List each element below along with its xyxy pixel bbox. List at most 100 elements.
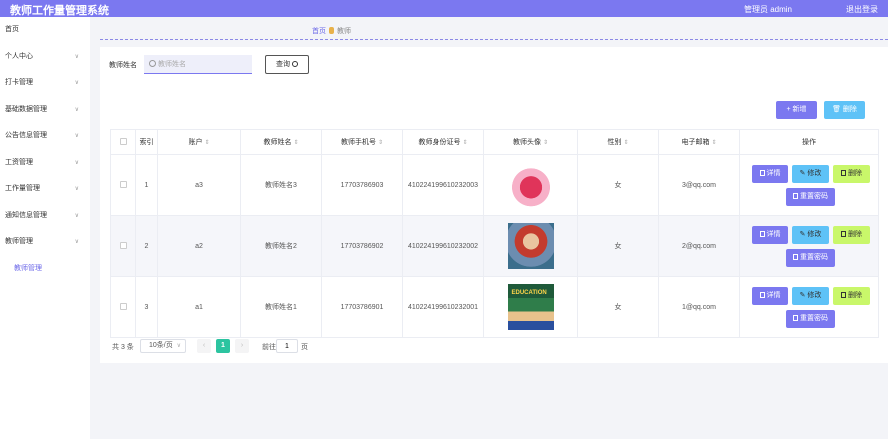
batch-delete-button[interactable]: 🗑 删除	[824, 101, 865, 119]
header-label: 电子邮箱	[681, 139, 710, 146]
row-checkbox[interactable]	[119, 180, 127, 188]
sort-icon[interactable]: ⇕	[462, 140, 467, 146]
reset-password-button[interactable]: 重置密码	[786, 310, 835, 328]
reset-password-label: 重置密码	[800, 315, 828, 322]
file-icon	[759, 170, 765, 176]
row-checkbox[interactable]	[119, 241, 127, 249]
sidebar-item-attendance[interactable]: 打卡管理 ∨	[0, 70, 90, 97]
edit-button[interactable]: ✎ 修改	[792, 226, 829, 244]
detail-button[interactable]: 详情	[752, 165, 788, 183]
column-header-gender[interactable]: 性别 ⇕	[577, 129, 659, 155]
current-user: 管理员 admin	[743, 5, 792, 14]
cell-avatar: EDUCATION	[483, 276, 578, 338]
cell-account: a1	[157, 276, 241, 338]
sidebar-item-label: 通知信息管理	[5, 211, 47, 219]
search-button[interactable]: 查询	[265, 55, 309, 74]
edit-button[interactable]: ✎ 修改	[792, 287, 829, 305]
breadcrumb-current: 教师	[337, 28, 351, 35]
chevron-down-icon: ∨	[74, 106, 79, 113]
edit-button[interactable]: ✎ 修改	[792, 165, 829, 183]
row-select-cell	[110, 276, 136, 338]
column-header-account[interactable]: 账户 ⇕	[157, 129, 241, 155]
sidebar-item-home[interactable]: 首页	[0, 17, 90, 44]
table-header-row: 索引 账户 ⇕ 教师姓名 ⇕ 教师手机号 ⇕ 教师身份证号 ⇕ 教师头像 ⇕ 性别 ⇕ 电子…	[110, 129, 879, 155]
cell-index: 2	[135, 215, 158, 277]
column-header-email[interactable]: 电子邮箱 ⇕	[658, 129, 740, 155]
search-icon	[149, 60, 156, 67]
header-label: 性别	[607, 139, 622, 146]
sort-icon[interactable]: ⇕	[543, 140, 548, 146]
teacher-avatar[interactable]: EDUCATION	[507, 284, 554, 330]
column-header-phone[interactable]: 教师手机号 ⇕	[321, 129, 403, 155]
sidebar-item-teachers[interactable]: 教师管理 ∨	[0, 229, 90, 256]
delete-label: 删除	[848, 231, 862, 238]
cell-ops: 详情 ✎ 修改 删除 重置密码	[739, 276, 879, 338]
teacher-avatar[interactable]	[507, 162, 554, 208]
main-content: 首页 教师 教师姓名 查询 + 新增 🗑 删除 索引 账户⇕ 教师姓名⇕ 教师手机…	[90, 17, 888, 439]
add-button[interactable]: + 新增	[776, 101, 817, 119]
logout-link[interactable]: 退出登录	[846, 4, 878, 15]
file-icon	[759, 231, 765, 237]
column-header-name[interactable]: 教师姓名 ⇕	[240, 129, 322, 155]
pencil-icon: ✎	[799, 231, 806, 238]
reset-password-label: 重置密码	[800, 254, 828, 261]
row-actions: 详情 ✎ 修改 删除 重置密码	[740, 277, 878, 337]
chevron-down-icon: ∨	[74, 133, 79, 139]
detail-button[interactable]: 详情	[752, 287, 788, 305]
delete-button[interactable]: 删除	[833, 226, 870, 244]
page-number-button[interactable]: 1	[216, 339, 230, 353]
cell-account: a2	[157, 215, 241, 277]
medal-icon	[329, 27, 334, 34]
chevron-down-icon: ∨	[74, 53, 79, 60]
search-button-label: 查询	[276, 61, 290, 68]
teacher-avatar[interactable]	[507, 223, 554, 269]
delete-button[interactable]: 删除	[833, 287, 870, 305]
cell-ops: 详情 ✎ 修改 删除 重置密码	[739, 215, 879, 277]
column-header-avatar[interactable]: 教师头像 ⇕	[483, 129, 578, 155]
reset-password-button[interactable]: 重置密码	[786, 249, 835, 267]
select-all-checkbox[interactable]	[119, 137, 127, 145]
reset-password-button[interactable]: 重置密码	[786, 188, 835, 206]
chevron-down-icon: ∨	[176, 343, 181, 349]
sidebar-item-label: 基础数据管理	[5, 105, 47, 113]
edit-label: 修改	[807, 170, 822, 177]
delete-label: 删除	[848, 292, 862, 299]
sidebar-item-basic-data[interactable]: 基础数据管理 ∨	[0, 97, 90, 124]
header-label: 教师姓名	[263, 139, 292, 146]
sidebar-item-announcements[interactable]: 公告信息管理 ∨	[0, 123, 90, 150]
detail-button[interactable]: 详情	[752, 226, 788, 244]
avatar-caption: EDUCATION	[511, 290, 547, 296]
sort-icon[interactable]: ⇕	[623, 140, 628, 146]
delete-button[interactable]: 删除	[833, 165, 870, 183]
page-size-select[interactable]: 10条/页 ∨	[140, 339, 186, 353]
goto-label: 前往	[262, 344, 276, 351]
jump-page-input[interactable]	[276, 339, 298, 353]
file-icon	[793, 315, 798, 321]
sidebar-item-label: 公告信息管理	[5, 132, 47, 139]
cell-ops: 详情 ✎ 修改 删除 重置密码	[739, 154, 879, 216]
sidebar-item-salary[interactable]: 工资管理 ∨	[0, 150, 90, 177]
sort-icon[interactable]: ⇕	[711, 140, 716, 146]
sidebar-item-notifications[interactable]: 通知信息管理 ∨	[0, 203, 90, 230]
search-input[interactable]	[158, 57, 248, 72]
sort-icon[interactable]: ⇕	[293, 140, 298, 146]
add-button-label: 新增	[792, 106, 807, 113]
column-header-ops: 操作	[739, 129, 879, 155]
breadcrumb-home[interactable]: 首页	[312, 28, 326, 35]
next-page-button[interactable]: ›	[235, 339, 249, 353]
sidebar-item-workload[interactable]: 工作量管理 ∨	[0, 176, 90, 203]
prev-page-button[interactable]: ‹	[197, 339, 211, 353]
page-unit-label: 页	[301, 344, 308, 351]
row-checkbox[interactable]	[119, 302, 127, 310]
sort-icon[interactable]: ⇕	[204, 140, 209, 146]
content-panel: 教师姓名 查询 + 新增 🗑 删除 索引 账户⇕ 教师姓名⇕ 教师手机号⇕ 教师…	[100, 47, 888, 363]
cell-idcard: 410224199610232001	[402, 276, 484, 338]
table-row: 2 a2 教师姓名2 17703786902 41022419961023200…	[110, 215, 879, 277]
column-header-idcard[interactable]: 教师身份证号 ⇕	[402, 129, 484, 155]
top-bar: 教师工作量管理系统 管理员 admin 退出登录	[0, 0, 888, 17]
file-icon	[793, 193, 798, 199]
sidebar-item-personal[interactable]: 个人中心 ∨	[0, 44, 90, 71]
sort-icon[interactable]: ⇕	[378, 140, 383, 146]
sidebar-subitem-teacher-management[interactable]: 教师管理	[0, 256, 90, 283]
pencil-icon: ✎	[799, 292, 806, 299]
